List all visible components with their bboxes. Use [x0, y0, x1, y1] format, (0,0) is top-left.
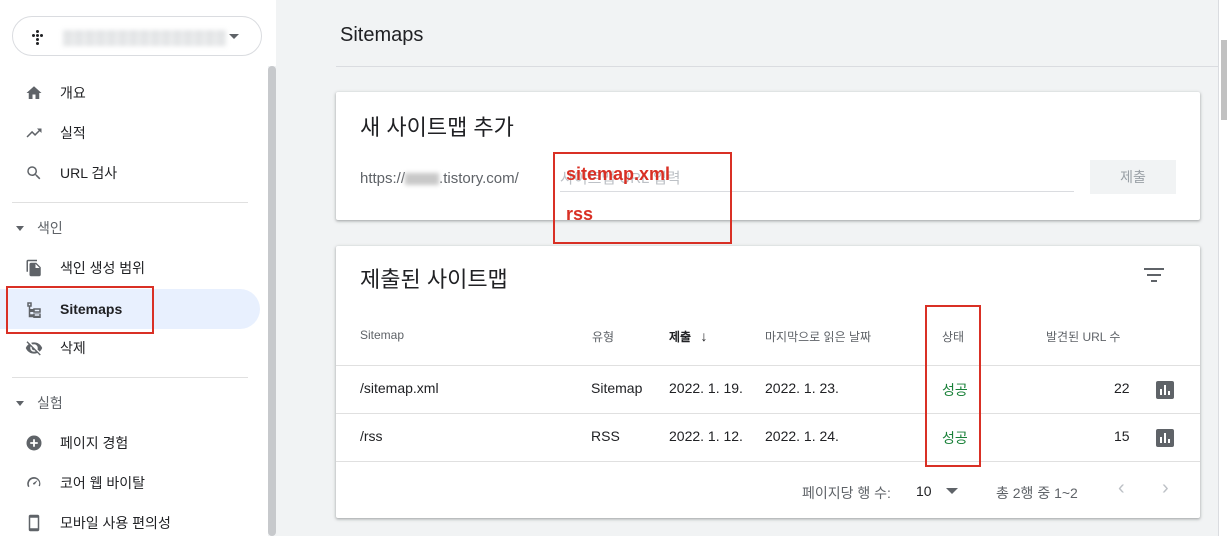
- column-header-discovered-urls[interactable]: 발견된 URL 수: [1046, 328, 1120, 345]
- blurred-domain: [405, 173, 440, 186]
- section-experience[interactable]: 실험: [0, 383, 260, 423]
- home-icon: [24, 83, 44, 103]
- annotation-text-rss: rss: [566, 204, 594, 224]
- cell-last-read: 2022. 1. 23.: [765, 380, 839, 396]
- chevron-left-icon[interactable]: ‹: [1118, 477, 1125, 500]
- plus-circle-icon: [24, 433, 44, 453]
- cell-submitted: 2022. 1. 19.: [669, 380, 743, 396]
- annotation-text-sitemap: sitemap.xml: [566, 164, 671, 184]
- file-copy-icon: [24, 258, 44, 278]
- search-icon: [24, 163, 44, 183]
- property-icon: [27, 26, 49, 48]
- submit-button[interactable]: 제출: [1090, 160, 1176, 194]
- sidebar-item-label: 삭제: [60, 340, 86, 356]
- sidebar-item-label: URL 검사: [60, 165, 118, 181]
- url-prefix-scheme: https://: [360, 170, 406, 187]
- sidebar-item-label: 실적: [60, 125, 86, 141]
- bar-chart-icon[interactable]: [1156, 429, 1174, 447]
- url-prefix: https:// .tistory.com/: [360, 170, 519, 187]
- speed-icon: [24, 473, 44, 493]
- rows-per-page-label: 페이지당 행 수:: [802, 485, 891, 501]
- column-header-last-read[interactable]: 마지막으로 읽은 날짜: [765, 328, 871, 345]
- sidebar-item-url-inspection[interactable]: URL 검사: [0, 153, 260, 193]
- sidebar-item-mobile-usability[interactable]: 모바일 사용 편의성: [0, 503, 260, 536]
- row-divider: [336, 413, 1200, 414]
- collapse-icon: [16, 225, 24, 231]
- sidebar-item-performance[interactable]: 실적: [0, 113, 260, 153]
- sidebar-item-label: 페이지 경험: [60, 435, 129, 451]
- section-index[interactable]: 색인: [0, 208, 260, 248]
- sidebar-item-page-experience[interactable]: 페이지 경험: [0, 423, 260, 463]
- collapse-icon: [16, 400, 24, 406]
- cell-discovered-urls: 22: [1114, 380, 1130, 396]
- chevron-right-icon[interactable]: ›: [1162, 477, 1169, 500]
- sidebar: ▒▒▒▒▒▒▒▒▒▒▒▒▒▒▒ 개요 실적 URL 검사 색인 색인 생성 범위: [0, 0, 276, 536]
- bar-chart-icon[interactable]: [1156, 381, 1174, 399]
- cell-sitemap[interactable]: /sitemap.xml: [360, 380, 439, 396]
- row-divider: [336, 461, 1200, 462]
- row-divider: [336, 365, 1200, 366]
- column-header-submitted[interactable]: 제출 ↓: [669, 328, 707, 345]
- sidebar-scrollbar[interactable]: [268, 66, 276, 536]
- dropdown-arrow-icon[interactable]: [946, 488, 958, 494]
- sidebar-item-label: 모바일 사용 편의성: [60, 515, 171, 531]
- visibility-off-icon: [24, 338, 44, 358]
- sidebar-item-label: 개요: [60, 85, 86, 101]
- section-label: 색인: [37, 220, 63, 236]
- cell-submitted: 2022. 1. 12.: [669, 428, 743, 444]
- sidebar-item-overview[interactable]: 개요: [0, 73, 260, 113]
- annotation-box-sitemaps-nav: [6, 286, 154, 334]
- cell-last-read: 2022. 1. 24.: [765, 428, 839, 444]
- divider: [12, 202, 248, 203]
- sidebar-item-coverage[interactable]: 색인 생성 범위: [0, 248, 260, 288]
- add-sitemap-card: 새 사이트맵 추가 https:// .tistory.com/ 제출: [336, 92, 1200, 220]
- section-label: 실험: [37, 395, 63, 411]
- add-sitemap-title: 새 사이트맵 추가: [360, 115, 514, 140]
- filter-icon[interactable]: [1142, 266, 1166, 286]
- column-header-sitemap[interactable]: Sitemap: [360, 328, 404, 342]
- smartphone-icon: [24, 513, 44, 533]
- page-scrollbar-thumb[interactable]: [1221, 40, 1227, 120]
- divider: [12, 377, 248, 378]
- rows-per-page-select[interactable]: 10: [916, 483, 932, 499]
- arrow-down-icon: ↓: [700, 328, 708, 344]
- sidebar-item-label: 코어 웹 바이탈: [60, 475, 146, 491]
- sidebar-item-core-web-vitals[interactable]: 코어 웹 바이탈: [0, 463, 260, 503]
- page-title: Sitemaps: [340, 24, 424, 46]
- sidebar-item-label: 색인 생성 범위: [60, 260, 146, 276]
- column-header-label: 제출: [669, 330, 692, 344]
- cell-type: RSS: [591, 428, 620, 444]
- sidebar-item-removals[interactable]: 삭제: [0, 328, 260, 368]
- url-prefix-domain: .tistory.com/: [439, 170, 519, 187]
- submitted-sitemaps-card: 제출된 사이트맵 Sitemap 유형 제출 ↓ 마지막으로 읽은 날짜 상태 …: [336, 246, 1200, 518]
- cell-type: Sitemap: [591, 380, 643, 396]
- cell-discovered-urls: 15: [1114, 428, 1130, 444]
- column-header-type[interactable]: 유형: [592, 328, 614, 345]
- submitted-sitemaps-title: 제출된 사이트맵: [360, 267, 508, 292]
- cell-sitemap[interactable]: /rss: [360, 428, 383, 444]
- page-scrollbar[interactable]: [1218, 0, 1228, 536]
- property-selector[interactable]: ▒▒▒▒▒▒▒▒▒▒▒▒▒▒▒: [12, 16, 262, 56]
- pagination-range: 총 2행 중 1~2: [996, 485, 1078, 501]
- trending-up-icon: [24, 123, 44, 143]
- property-name: ▒▒▒▒▒▒▒▒▒▒▒▒▒▒▒: [63, 29, 227, 45]
- annotation-box-status: [925, 305, 981, 467]
- header-divider: [336, 66, 1226, 67]
- chevron-down-icon: [229, 34, 239, 39]
